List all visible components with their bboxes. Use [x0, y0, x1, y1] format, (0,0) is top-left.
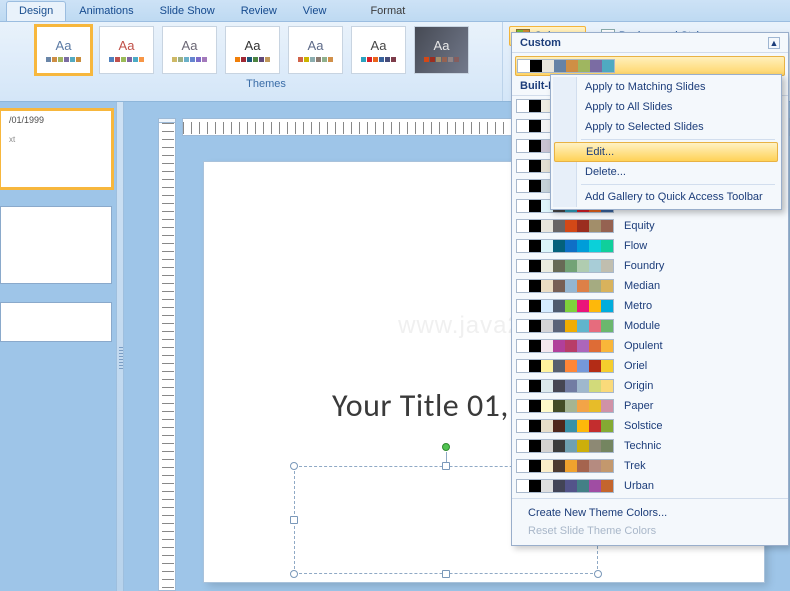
- scheme-name: Median: [624, 280, 660, 292]
- color-scheme-row[interactable]: Opulent: [512, 336, 788, 356]
- scheme-name: Equity: [624, 220, 655, 232]
- color-scheme-row[interactable]: [515, 56, 785, 76]
- scheme-swatches: [516, 439, 614, 453]
- create-new-theme-colors[interactable]: Create New Theme Colors...: [520, 504, 780, 522]
- theme-tile[interactable]: Aa: [414, 26, 469, 74]
- themes-group-label: Themes: [36, 78, 496, 90]
- scheme-name: Paper: [624, 400, 653, 412]
- tab-animations[interactable]: Animations: [66, 1, 146, 21]
- slide-thumbnail[interactable]: /01/1999 xt: [0, 110, 112, 188]
- scheme-swatches: [516, 479, 614, 493]
- tab-format[interactable]: Format: [357, 1, 418, 21]
- color-scheme-row[interactable]: Trek: [512, 456, 788, 476]
- tab-design[interactable]: Design: [6, 1, 66, 21]
- scheme-swatches: [516, 259, 614, 273]
- theme-tile[interactable]: Aa: [162, 26, 217, 74]
- ctx-apply-selected[interactable]: Apply to Selected Slides: [553, 117, 779, 137]
- scroll-up-icon[interactable]: ▲: [768, 37, 780, 49]
- slide-thumbnails: /01/1999 xt: [0, 110, 116, 360]
- color-scheme-row[interactable]: Oriel: [512, 356, 788, 376]
- color-scheme-row[interactable]: Median: [512, 276, 788, 296]
- scheme-swatches: [516, 379, 614, 393]
- theme-aa: Aa: [119, 38, 135, 53]
- scheme-name: Technic: [624, 440, 661, 452]
- theme-gallery[interactable]: Aa Aa Aa Aa Aa Aa Aa: [36, 26, 496, 74]
- scheme-name: Foundry: [624, 260, 664, 272]
- ctx-delete[interactable]: Delete...: [553, 162, 779, 182]
- theme-aa: Aa: [245, 38, 261, 53]
- panel-footer: Create New Theme Colors... Reset Slide T…: [512, 498, 788, 545]
- tab-slideshow[interactable]: Slide Show: [147, 1, 228, 21]
- color-scheme-row[interactable]: Technic: [512, 436, 788, 456]
- theme-tile[interactable]: Aa: [36, 26, 91, 74]
- theme-tile[interactable]: Aa: [225, 26, 280, 74]
- theme-aa: Aa: [56, 38, 72, 53]
- section-label: Custom: [520, 37, 561, 49]
- color-scheme-row[interactable]: Equity: [512, 216, 788, 236]
- tab-view[interactable]: View: [290, 1, 340, 21]
- ctx-edit[interactable]: Edit...: [554, 142, 778, 162]
- resize-handle[interactable]: [594, 570, 602, 578]
- resize-handle[interactable]: [290, 516, 298, 524]
- scheme-name: Urban: [624, 480, 654, 492]
- ctx-add-qat[interactable]: Add Gallery to Quick Access Toolbar: [553, 187, 779, 207]
- ribbon-tabs: Design Animations Slide Show Review View…: [0, 0, 790, 22]
- scheme-name: Oriel: [624, 360, 647, 372]
- color-scheme-row[interactable]: Foundry: [512, 256, 788, 276]
- scheme-name: Module: [624, 320, 660, 332]
- scheme-swatches: [516, 299, 614, 313]
- panel-section-custom: Custom ▲: [512, 33, 788, 53]
- ctx-apply-all[interactable]: Apply to All Slides: [553, 97, 779, 117]
- theme-tile[interactable]: Aa: [288, 26, 343, 74]
- theme-aa: Aa: [182, 38, 198, 53]
- resize-handle[interactable]: [290, 570, 298, 578]
- context-menu: Apply to Matching Slides Apply to All Sl…: [550, 74, 782, 210]
- reset-slide-theme-colors: Reset Slide Theme Colors: [520, 522, 780, 540]
- scheme-swatches: [516, 319, 614, 333]
- slide-thumbnail[interactable]: [0, 302, 112, 342]
- vertical-ruler: [158, 122, 176, 591]
- color-scheme-row[interactable]: Module: [512, 316, 788, 336]
- thumb-title: /01/1999: [9, 115, 111, 125]
- theme-aa: Aa: [371, 38, 387, 53]
- scheme-name: Origin: [624, 380, 653, 392]
- theme-aa: Aa: [308, 38, 324, 53]
- rotate-handle[interactable]: [442, 443, 450, 451]
- scheme-swatches: [516, 399, 614, 413]
- slide-title[interactable]: Your Title 01,: [332, 386, 509, 425]
- thumb-text: xt: [9, 135, 111, 144]
- color-scheme-row[interactable]: Paper: [512, 396, 788, 416]
- scheme-name: Trek: [624, 460, 646, 472]
- scheme-name: Opulent: [624, 340, 663, 352]
- ctx-apply-matching[interactable]: Apply to Matching Slides: [553, 77, 779, 97]
- tab-review[interactable]: Review: [228, 1, 290, 21]
- color-scheme-row[interactable]: Flow: [512, 236, 788, 256]
- menu-separator: [581, 184, 775, 185]
- color-scheme-row[interactable]: Urban: [512, 476, 788, 496]
- resize-handle[interactable]: [290, 462, 298, 470]
- scheme-name: Solstice: [624, 420, 663, 432]
- color-scheme-row[interactable]: Metro: [512, 296, 788, 316]
- resize-handle[interactable]: [442, 570, 450, 578]
- themes-group: Aa Aa Aa Aa Aa Aa Aa Themes: [0, 22, 502, 101]
- theme-tile[interactable]: Aa: [99, 26, 154, 74]
- scheme-swatches: [516, 339, 614, 353]
- color-scheme-row[interactable]: Solstice: [512, 416, 788, 436]
- resize-handle[interactable]: [442, 462, 450, 470]
- scheme-swatches: [516, 419, 614, 433]
- theme-tile[interactable]: Aa: [351, 26, 406, 74]
- scheme-name: Flow: [624, 240, 647, 252]
- menu-separator: [581, 139, 775, 140]
- pane-splitter[interactable]: [116, 102, 124, 591]
- scheme-swatches: [516, 459, 614, 473]
- scheme-swatches: [516, 239, 614, 253]
- color-scheme-row[interactable]: Origin: [512, 376, 788, 396]
- theme-aa: Aa: [434, 38, 450, 53]
- scheme-swatches: [517, 59, 615, 73]
- scheme-swatches: [516, 219, 614, 233]
- scheme-name: Metro: [624, 300, 652, 312]
- slide-thumbnail[interactable]: [0, 206, 112, 284]
- scheme-swatches: [516, 279, 614, 293]
- scheme-swatches: [516, 359, 614, 373]
